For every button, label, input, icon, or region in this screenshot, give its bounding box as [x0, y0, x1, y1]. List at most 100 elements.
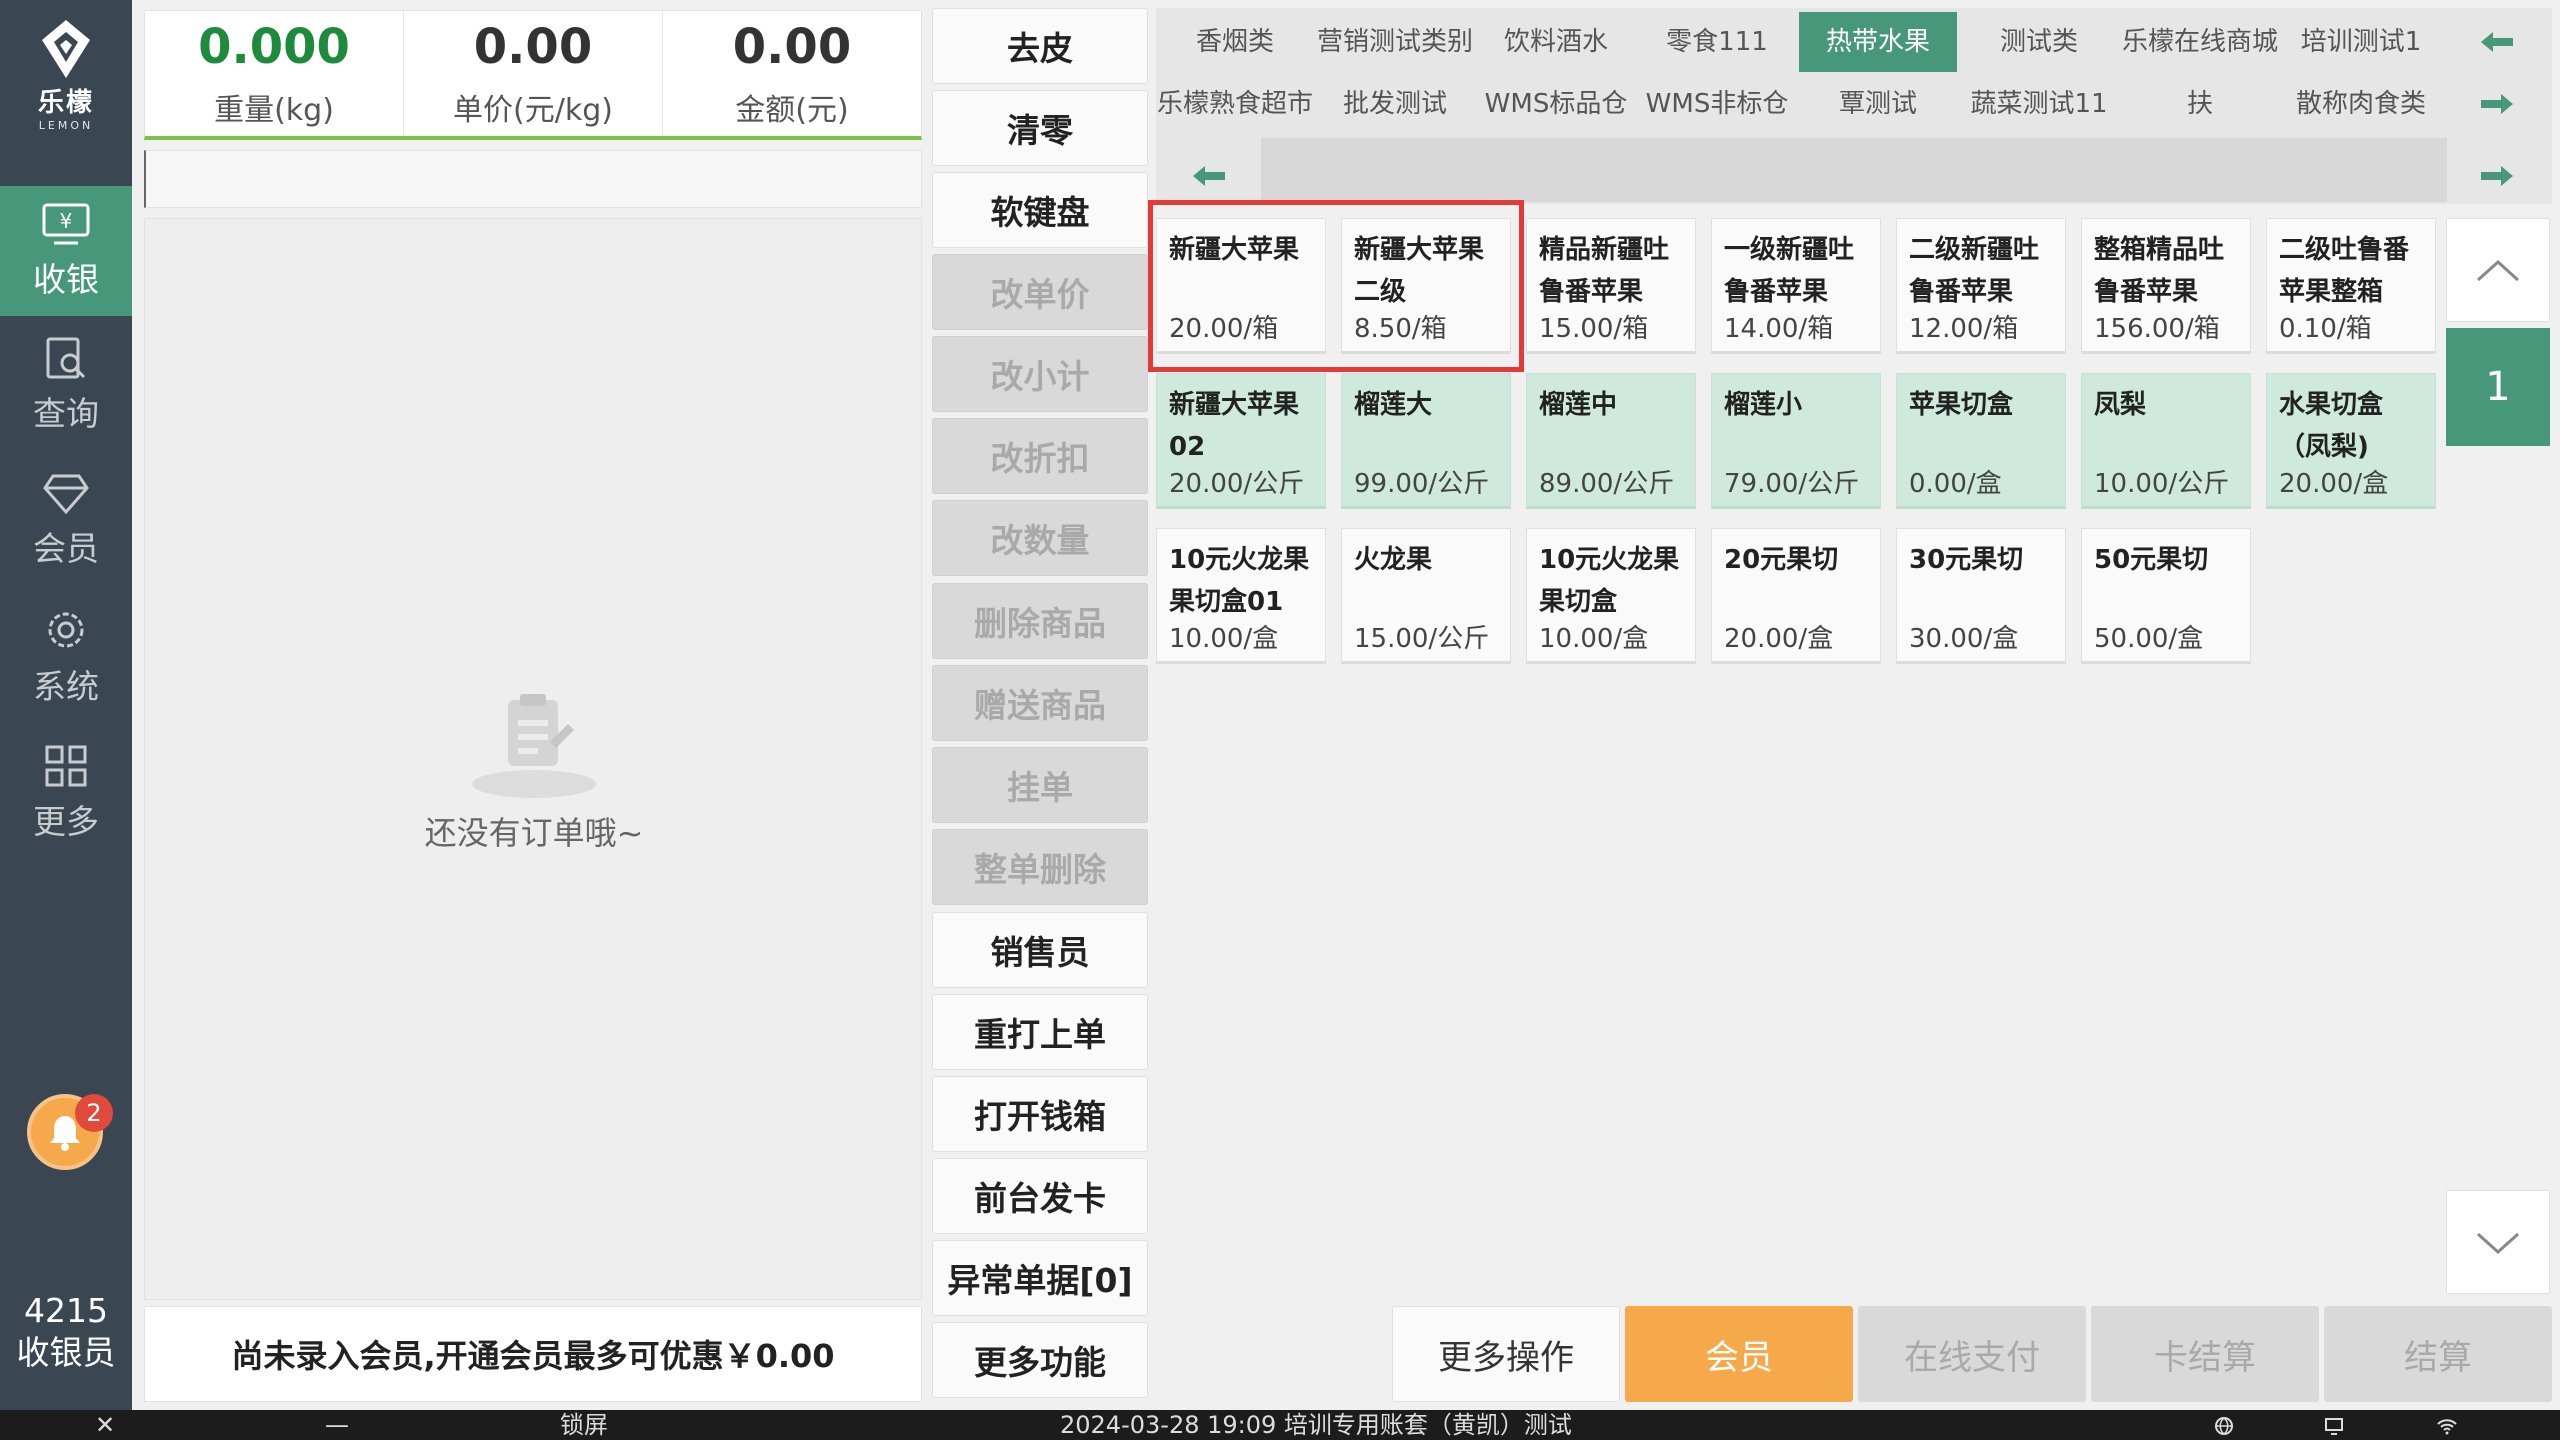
product-price: 20.00/盒	[2279, 469, 2389, 499]
product-price: 99.00/公斤	[1354, 469, 1490, 499]
page-up-button[interactable]	[2446, 218, 2550, 322]
nav-query[interactable]: 查询	[0, 320, 132, 450]
product-tile[interactable]: 30元果切 30.00/盒	[1896, 528, 2066, 664]
category-tab[interactable]: 蔬菜测试11	[1960, 74, 2118, 134]
product-name: 榴莲小	[1724, 390, 1803, 420]
product-tile[interactable]: 新疆大苹果二级 8.50/箱	[1341, 218, 1511, 354]
product-tile[interactable]: 苹果切盒 0.00/盒	[1896, 373, 2066, 509]
product-name: 10元火龙果果切盒01	[1169, 545, 1310, 617]
sidebar: 乐檬 LEMON ¥ 收银 查询 会员 系统 更多 2 4215 收银员	[0, 0, 132, 1410]
lock-screen-button[interactable]: 锁屏	[560, 1410, 608, 1440]
gift-item-button[interactable]: 赠送商品	[932, 665, 1148, 741]
category-tab[interactable]: 零食111	[1638, 12, 1796, 72]
close-button[interactable]: ✕	[95, 1410, 115, 1440]
product-name: 整箱精品吐鲁番苹果	[2094, 235, 2225, 307]
globe-icon	[2214, 1410, 2234, 1440]
soft-keyboard-button[interactable]: 软键盘	[932, 172, 1148, 248]
nav-member[interactable]: 会员	[0, 456, 132, 586]
category-tab[interactable]: 扶	[2121, 74, 2279, 134]
member-button[interactable]: 会员	[1625, 1306, 1853, 1402]
category-tab[interactable]: 覃测试	[1799, 74, 1957, 134]
category-next-arrow[interactable]	[2462, 78, 2532, 130]
product-name: 新疆大苹果	[1169, 235, 1300, 265]
delete-order-button[interactable]: 整单删除	[932, 829, 1148, 905]
product-tile[interactable]: 榴莲中 89.00/公斤	[1526, 373, 1696, 509]
member-notice: 尚未录入会员,开通会员最多可优惠￥0.00	[144, 1306, 922, 1402]
issue-card-button[interactable]: 前台发卡	[932, 1158, 1148, 1234]
category-tab[interactable]: 香烟类	[1156, 12, 1314, 72]
nav-label: 更多	[33, 802, 99, 841]
category-tab[interactable]: 乐檬在线商城	[2121, 12, 2279, 72]
change-subtotal-button[interactable]: 改小计	[932, 336, 1148, 412]
weight-label: 重量(kg)	[214, 92, 334, 128]
product-tile[interactable]: 新疆大苹果 20.00/箱	[1156, 218, 1326, 354]
open-cashbox-button[interactable]: 打开钱箱	[932, 1076, 1148, 1152]
empty-order-icon	[472, 694, 596, 798]
salesperson-button[interactable]: 销售员	[932, 912, 1148, 988]
change-price-button[interactable]: 改单价	[932, 254, 1148, 330]
reprint-button[interactable]: 重打上单	[932, 994, 1148, 1070]
minimize-button[interactable]: —	[325, 1410, 349, 1440]
product-name: 精品新疆吐鲁番苹果	[1539, 235, 1670, 307]
product-tile[interactable]: 50元果切 50.00/盒	[2081, 528, 2251, 664]
product-price: 15.00/箱	[1539, 314, 1649, 344]
category-tab[interactable]: 散称肉食类	[2282, 74, 2440, 134]
category-tab[interactable]: WMS标品仓	[1477, 74, 1635, 134]
subcategory-next-arrow[interactable]	[2462, 150, 2532, 202]
product-tile[interactable]: 一级新疆吐鲁番苹果 14.00/箱	[1711, 218, 1881, 354]
zero-button[interactable]: 清零	[932, 90, 1148, 166]
category-tab-active[interactable]: 热带水果	[1799, 12, 1957, 72]
category-tab[interactable]: 测试类	[1960, 12, 2118, 72]
product-price: 156.00/箱	[2094, 314, 2220, 344]
grid-icon	[45, 745, 87, 787]
product-tile[interactable]: 榴莲大 99.00/公斤	[1341, 373, 1511, 509]
card-settle-button[interactable]: 卡结算	[2091, 1306, 2319, 1402]
product-tile[interactable]: 二级吐鲁番苹果整箱 0.10/箱	[2266, 218, 2436, 354]
product-name: 凤梨	[2094, 390, 2147, 420]
tare-button[interactable]: 去皮	[932, 8, 1148, 84]
page-down-button[interactable]	[2446, 1190, 2550, 1294]
weight-cell: 0.000 重量(kg)	[145, 11, 404, 136]
more-ops-button[interactable]: 更多操作	[1392, 1306, 1620, 1402]
product-tile[interactable]: 榴莲小 79.00/公斤	[1711, 373, 1881, 509]
product-tile[interactable]: 10元火龙果果切盒 10.00/盒	[1526, 528, 1696, 664]
subcategory-prev-arrow[interactable]	[1156, 146, 1261, 206]
product-tile[interactable]: 水果切盒（凤梨) 20.00/盒	[2266, 373, 2436, 509]
nav-system[interactable]: 系统	[0, 592, 132, 722]
amount-cell: 0.00 金额(元)	[663, 11, 921, 136]
product-name: 新疆大苹果二级	[1354, 235, 1485, 307]
product-tile[interactable]: 新疆大苹果02 20.00/公斤	[1156, 373, 1326, 509]
change-discount-button[interactable]: 改折扣	[932, 418, 1148, 494]
delete-item-button[interactable]: 删除商品	[932, 583, 1148, 659]
product-tile[interactable]: 20元果切 20.00/盒	[1711, 528, 1881, 664]
category-tab[interactable]: 培训测试1	[2282, 12, 2440, 72]
exception-orders-button[interactable]: 异常单据[0]	[932, 1240, 1148, 1316]
amount-label: 金额(元)	[735, 92, 849, 128]
product-price: 20.00/盒	[1724, 624, 1834, 654]
product-price: 0.10/箱	[2279, 314, 2372, 344]
category-tab[interactable]: 营销测试类别	[1316, 12, 1474, 72]
category-tab[interactable]: 饮料酒水	[1477, 12, 1635, 72]
product-tile[interactable]: 10元火龙果果切盒01 10.00/盒	[1156, 528, 1326, 664]
page-number: 1	[2446, 328, 2550, 446]
barcode-input[interactable]	[144, 150, 922, 208]
product-tile[interactable]: 火龙果 15.00/公斤	[1341, 528, 1511, 664]
product-tile[interactable]: 整箱精品吐鲁番苹果 156.00/箱	[2081, 218, 2251, 354]
product-tile[interactable]: 二级新疆吐鲁番苹果 12.00/箱	[1896, 218, 2066, 354]
change-quantity-button[interactable]: 改数量	[932, 500, 1148, 576]
settle-button[interactable]: 结算	[2324, 1306, 2552, 1402]
product-price: 10.00/盒	[1539, 624, 1649, 654]
product-tile[interactable]: 精品新疆吐鲁番苹果 15.00/箱	[1526, 218, 1696, 354]
category-tab[interactable]: 批发测试	[1316, 74, 1474, 134]
hold-order-button[interactable]: 挂单	[932, 747, 1148, 823]
category-tab[interactable]: WMS非标仓	[1638, 74, 1796, 134]
more-functions-button[interactable]: 更多功能	[932, 1322, 1148, 1398]
category-prev-arrow[interactable]	[2462, 16, 2532, 68]
product-tile[interactable]: 凤梨 10.00/公斤	[2081, 373, 2251, 509]
product-price: 12.00/箱	[1909, 314, 2019, 344]
product-name: 二级吐鲁番苹果整箱	[2279, 235, 2410, 307]
nav-more[interactable]: 更多	[0, 728, 132, 858]
online-pay-button[interactable]: 在线支付	[1858, 1306, 2086, 1402]
category-tab[interactable]: 乐檬熟食超市	[1156, 74, 1314, 134]
nav-cashier[interactable]: ¥ 收银	[0, 186, 132, 316]
